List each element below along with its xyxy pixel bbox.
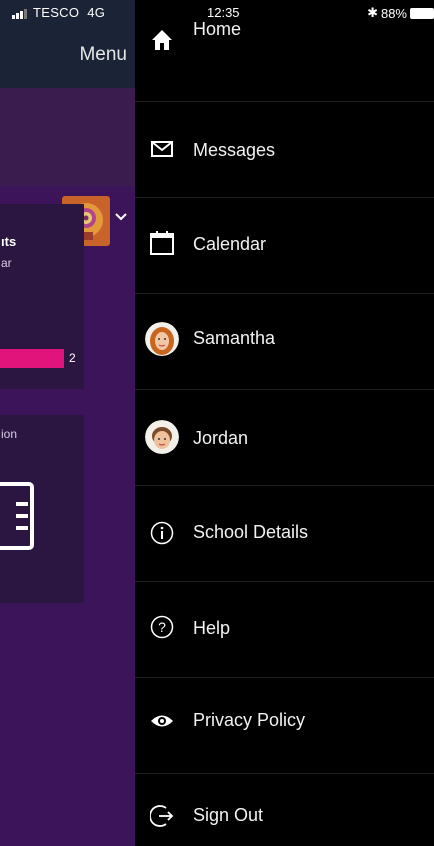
status-carrier: TESCO 4G [12, 5, 105, 20]
eye-icon [145, 704, 179, 738]
menu-item-label: Privacy Policy [193, 710, 306, 730]
card-subtitle: ar [1, 256, 12, 270]
stat-value: 2 [69, 351, 76, 365]
info-icon [145, 516, 179, 550]
document-card[interactable]: ion [0, 415, 84, 603]
menu-item-samantha[interactable]: Samantha [135, 294, 434, 390]
stat-bar [0, 349, 64, 368]
profile-selector[interactable] [0, 88, 135, 246]
carrier-label: TESCO [33, 5, 80, 20]
network-label: 4G [87, 5, 106, 20]
menu-item-home[interactable]: Home [135, 5, 434, 102]
menu-item-help[interactable]: ? Help [135, 582, 434, 678]
menu-item-label: Jordan [193, 428, 249, 448]
menu-item-label: Calendar [193, 234, 267, 254]
navigation-drawer: 12:35 ✱ 88% Home Messages Calendar Saman… [135, 0, 434, 846]
menu-item-label: Messages [193, 140, 276, 160]
card-title: ıts [1, 234, 17, 249]
avatar-jordan [145, 420, 179, 454]
menu-item-label: Samantha [193, 328, 276, 348]
signal-icon [12, 8, 27, 19]
card-title: ion [1, 427, 18, 441]
menu-item-label: Help [193, 618, 231, 638]
avatar-samantha [145, 322, 179, 356]
menu-item-school-details[interactable]: School Details [135, 486, 434, 582]
attendance-card[interactable]: ıts ar 2 [0, 204, 84, 389]
menu-title: Menu [79, 44, 127, 65]
menu-item-label: School Details [193, 522, 309, 542]
help-icon: ? [145, 610, 179, 644]
menu-item-privacy-policy[interactable]: Privacy Policy [135, 678, 434, 774]
app-header: TESCO 4G Menu [0, 0, 135, 88]
menu-item-messages[interactable]: Messages [135, 102, 434, 198]
home-icon [145, 23, 179, 57]
background-app: TESCO 4G Menu ıts ar 2 ion [0, 0, 135, 846]
envelope-icon [145, 132, 179, 166]
menu-item-label: Home [193, 19, 242, 39]
sign-out-icon [145, 799, 179, 833]
menu-item-calendar[interactable]: Calendar [135, 198, 434, 294]
document-icon [0, 482, 34, 550]
menu-item-label: Sign Out [193, 805, 264, 825]
menu-item-jordan[interactable]: Jordan [135, 390, 434, 486]
calendar-icon [145, 226, 179, 260]
menu-item-sign-out[interactable]: Sign Out [135, 774, 434, 846]
chevron-down-icon[interactable] [114, 210, 128, 224]
svg-text:?: ? [158, 619, 166, 635]
